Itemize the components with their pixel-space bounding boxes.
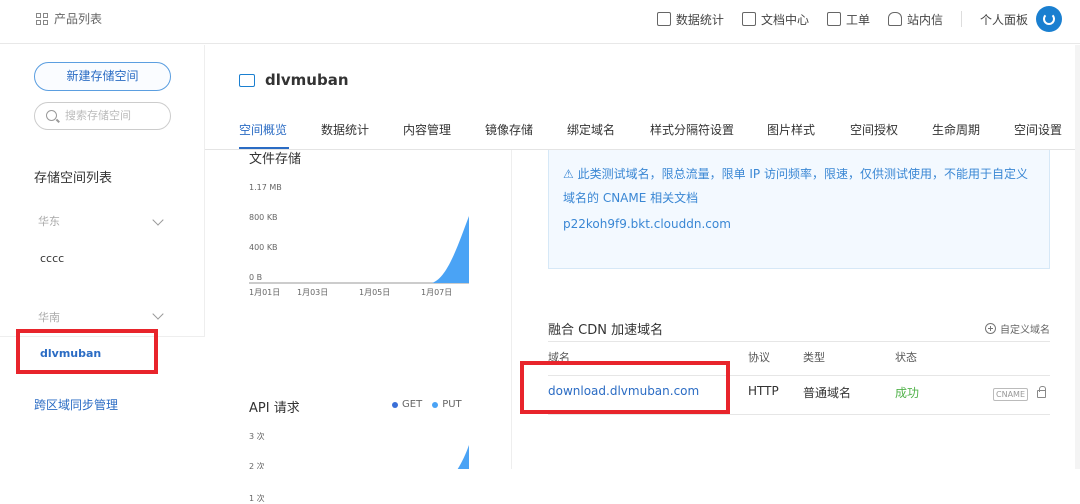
- lock-icon[interactable]: [1037, 386, 1046, 398]
- nav-ticket-label: 工单: [845, 12, 870, 27]
- custom-domain-label: 自定义域名: [1000, 325, 1050, 336]
- bucket-list-title: 存储空间列表: [34, 171, 113, 186]
- chart-icon: [656, 12, 671, 26]
- products-menu[interactable]: 产品列表: [36, 10, 102, 27]
- x-tick: 1月01日: [249, 288, 280, 297]
- y-tick: 2 次: [249, 461, 265, 469]
- avatar[interactable]: [1036, 6, 1062, 32]
- x-tick: 1月03日: [297, 288, 328, 297]
- tab-image-style[interactable]: 图片样式: [767, 121, 815, 138]
- overview-charts: 文件存储 1.17 MB 800 KB 400 KB 0 B 1月01日 1月0…: [237, 150, 512, 503]
- nav-ticket[interactable]: 工单: [826, 11, 870, 28]
- document-icon: [741, 12, 756, 26]
- clipboard-icon: [826, 12, 841, 26]
- top-nav: 数据统计 文档中心 工单 站内信 个人面板: [639, 6, 1062, 32]
- api-y-tick-1: 1 次: [249, 494, 265, 503]
- col-type: 类型: [803, 351, 825, 364]
- region-east[interactable]: 华东: [38, 213, 60, 229]
- search-placeholder: 搜索存储空间: [65, 109, 131, 122]
- top-bar: 产品列表 数据统计 文档中心 工单 站内信 个人面板: [0, 0, 1080, 44]
- grid-icon: [36, 12, 48, 25]
- y-tick: 0 B: [249, 273, 262, 282]
- tab-auth[interactable]: 空间授权: [850, 121, 898, 138]
- y-tick: 800 KB: [249, 213, 278, 222]
- tab-stats[interactable]: 数据统计: [321, 121, 369, 138]
- nav-stats[interactable]: 数据统计: [656, 11, 724, 28]
- table-divider: [548, 414, 1050, 415]
- bucket-tabs: 空间概览 数据统计 内容管理 镜像存储 绑定域名 样式分隔符设置 图片样式 空间…: [205, 117, 1080, 150]
- cdn-section-title: 融合 CDN 加速域名: [548, 323, 664, 338]
- test-domain-notice: ⚠ 此类测试域名，限总流量，限单 IP 访问频率，限速，仅供测试使用，不能用于自…: [548, 150, 1050, 269]
- storage-area: [432, 216, 469, 283]
- warning-text: ⚠ 此类测试域名，限总流量，限单 IP 访问频率，限速，仅供测试使用，不能用于自…: [563, 167, 1028, 205]
- put-dot: [432, 401, 439, 408]
- nav-docs[interactable]: 文档中心: [741, 11, 809, 28]
- highlight-bucket: [16, 329, 158, 374]
- legend-put: PUT: [432, 399, 462, 410]
- warning-message: 此类测试域名，限总流量，限单 IP 访问频率，限速，仅供测试使用，不能用于自定义…: [563, 167, 1028, 205]
- bucket-search-input[interactable]: 搜索存储空间: [34, 102, 171, 130]
- sidebar: 新建存储空间 搜索存储空间 存储空间列表 华东 cccc 华南 dlvmuban…: [0, 45, 205, 469]
- tab-overview[interactable]: 空间概览: [239, 121, 287, 138]
- bucket-title: dlvmuban: [239, 71, 349, 89]
- domain-panel: ⚠ 此类测试域名，限总流量，限单 IP 访问频率，限速，仅供测试使用，不能用于自…: [548, 150, 1050, 469]
- tab-settings[interactable]: 空间设置: [1014, 121, 1062, 138]
- nav-inbox[interactable]: 站内信: [887, 11, 943, 28]
- api-requests-title: API 请求: [249, 401, 300, 416]
- bucket-icon: [239, 73, 255, 87]
- cdn-type: 普通域名: [803, 386, 852, 400]
- tab-separator[interactable]: 样式分隔符设置: [650, 121, 734, 138]
- file-storage-chart: 1.17 MB 800 KB 400 KB 0 B 1月01日 1月03日 1月…: [249, 183, 469, 297]
- bucket-item-cccc[interactable]: cccc: [40, 252, 64, 265]
- api-requests-chart: 3 次 2 次: [249, 431, 469, 469]
- y-tick: 3 次: [249, 431, 265, 441]
- get-dot: [392, 401, 398, 408]
- nav-personal-label: 个人面板: [979, 12, 1028, 27]
- highlight-cdn-domain: [520, 361, 730, 414]
- y-tick: 400 KB: [249, 243, 278, 252]
- file-storage-title: 文件存储: [249, 152, 302, 167]
- legend-get-label: GET: [402, 399, 423, 410]
- bucket-name: dlvmuban: [265, 71, 349, 89]
- search-icon: [46, 110, 57, 121]
- cdn-protocol: HTTP: [748, 384, 779, 398]
- legend-get: GET: [392, 399, 422, 410]
- tab-bind-domain[interactable]: 绑定域名: [567, 121, 615, 138]
- table-divider: [548, 341, 1050, 342]
- nav-divider: [960, 11, 962, 27]
- col-status: 状态: [895, 351, 917, 364]
- test-domain[interactable]: p22koh9f9.bkt.clouddn.com: [563, 217, 731, 231]
- bell-icon: [887, 12, 902, 26]
- new-bucket-button[interactable]: 新建存储空间: [34, 62, 171, 91]
- add-custom-domain-button[interactable]: 自定义域名: [985, 321, 1050, 336]
- y-tick: 1.17 MB: [249, 183, 282, 192]
- nav-inbox-label: 站内信: [906, 12, 943, 27]
- nav-stats-label: 数据统计: [675, 12, 724, 27]
- plus-circle-icon: [985, 323, 996, 334]
- power-icon: [1043, 13, 1055, 25]
- cross-region-sync-link[interactable]: 跨区域同步管理: [34, 396, 118, 413]
- x-tick: 1月07日: [421, 288, 452, 297]
- api-area: [457, 445, 469, 469]
- cname-badge[interactable]: CNAME: [993, 388, 1028, 401]
- tab-mirror[interactable]: 镜像存储: [485, 121, 533, 138]
- nav-docs-label: 文档中心: [760, 12, 809, 27]
- legend-put-label: PUT: [442, 399, 462, 410]
- tab-lifecycle[interactable]: 生命周期: [932, 121, 980, 138]
- col-protocol: 协议: [748, 351, 770, 364]
- x-tick: 1月05日: [359, 288, 390, 297]
- page-scrollbar[interactable]: [1075, 45, 1080, 469]
- cdn-status: 成功: [895, 386, 920, 400]
- tab-content[interactable]: 内容管理: [403, 121, 451, 138]
- region-south[interactable]: 华南: [38, 309, 60, 325]
- products-label: 产品列表: [54, 12, 103, 26]
- nav-personal[interactable]: 个人面板: [980, 11, 1028, 28]
- api-legend: GET PUT: [392, 399, 462, 410]
